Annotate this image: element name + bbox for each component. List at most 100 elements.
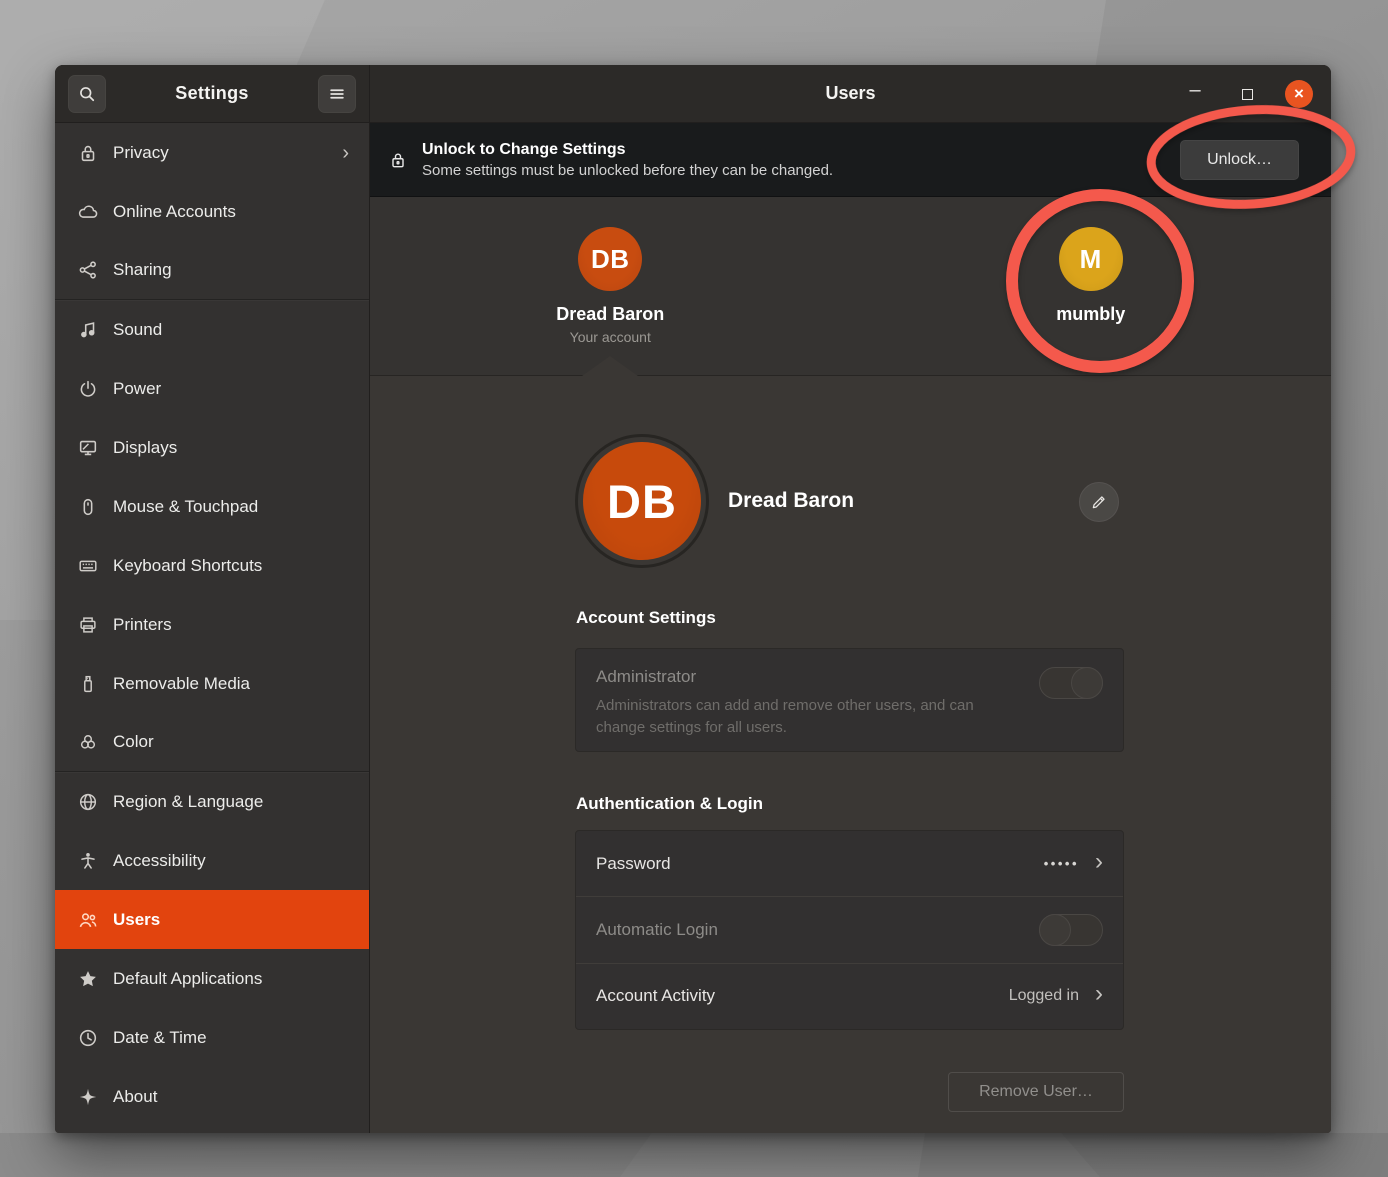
profile-name: Dread Baron [728, 489, 854, 513]
sidebar-item-date-time[interactable]: Date & Time › [55, 1008, 369, 1067]
maximize-button[interactable] [1233, 80, 1261, 108]
sidebar-item-power[interactable]: Power › [55, 359, 369, 418]
sidebar-item-label: Default Applications [113, 969, 349, 989]
unlock-infobar: Unlock to Change Settings Some settings … [370, 123, 1331, 197]
unlock-subtitle: Some settings must be unlocked before th… [422, 162, 1180, 179]
sidebar-item-displays[interactable]: Displays › [55, 418, 369, 477]
music-icon [77, 319, 99, 341]
sidebar-item-label: Date & Time [113, 1028, 349, 1048]
avatar: M [1059, 227, 1123, 291]
account-activity-label: Account Activity [596, 986, 715, 1006]
sidebar-item-about[interactable]: About › [55, 1067, 369, 1126]
search-button[interactable] [68, 75, 106, 113]
access-icon [77, 850, 99, 872]
toggle-knob [1071, 667, 1103, 699]
rename-button[interactable] [1079, 482, 1119, 522]
lock-icon [77, 142, 99, 164]
users-icon [77, 909, 99, 931]
sidebar-header: Settings [55, 65, 369, 123]
sidebar-item-label: Removable Media [113, 674, 349, 694]
sidebar-item-label: Mouse & Touchpad [113, 497, 349, 517]
mouse-icon [77, 496, 99, 518]
sidebar-item-label: Sound [113, 320, 349, 340]
administrator-card: Administrator Administrators can add and… [575, 648, 1124, 752]
password-row[interactable]: Password ••••• › [576, 831, 1123, 896]
sparkle-icon [77, 1086, 99, 1108]
sidebar-item-color[interactable]: Color › [55, 713, 369, 772]
sidebar-item-privacy[interactable]: Privacy › [55, 123, 369, 182]
sidebar-item-label: Sharing [113, 260, 349, 280]
remove-user-button: Remove User… [948, 1072, 1124, 1112]
menu-icon [327, 84, 347, 104]
sidebar-item-label: Printers [113, 615, 349, 635]
sidebar-item-region-language[interactable]: Region & Language › [55, 772, 369, 831]
carousel-user-mumbly[interactable]: M mumbly [851, 197, 1332, 375]
account-settings-heading: Account Settings [576, 608, 716, 628]
sidebar-item-label: Power [113, 379, 349, 399]
automatic-login-row: Automatic Login [576, 896, 1123, 962]
desktop-shape [0, 1133, 1388, 1177]
power-icon [77, 378, 99, 400]
color-icon [77, 731, 99, 753]
automatic-login-toggle [1039, 914, 1103, 946]
share-icon [77, 259, 99, 281]
chevron-right-icon: › [1095, 982, 1103, 1006]
close-button[interactable]: × [1285, 80, 1313, 108]
sidebar-item-keyboard-shortcuts[interactable]: Keyboard Shortcuts › [55, 536, 369, 595]
selected-user-pointer [582, 356, 638, 376]
sidebar-item-label: About [113, 1087, 349, 1107]
sidebar-item-label: Keyboard Shortcuts [113, 556, 349, 576]
usb-icon [77, 673, 99, 695]
sidebar-item-label: Users [113, 910, 349, 930]
carousel-user-dread-baron[interactable]: DB Dread Baron Your account [370, 197, 851, 375]
menu-button[interactable] [318, 75, 356, 113]
sidebar-item-label: Region & Language [113, 792, 349, 812]
sidebar-item-online-accounts[interactable]: Online Accounts › [55, 182, 369, 241]
avatar: DB [578, 227, 642, 291]
sidebar-item-removable-media[interactable]: Removable Media › [55, 654, 369, 713]
sidebar-item-label: Privacy [113, 143, 342, 163]
printer-icon [77, 614, 99, 636]
sidebar-item-label: Displays [113, 438, 349, 458]
administrator-description: Administrators can add and remove other … [596, 695, 1006, 739]
sidebar-item-accessibility[interactable]: Accessibility › [55, 831, 369, 890]
window-controls: – × [1181, 65, 1313, 123]
administrator-toggle [1039, 667, 1103, 699]
account-activity-row[interactable]: Account Activity Logged in › [576, 963, 1123, 1029]
user-name: mumbly [1056, 304, 1125, 325]
close-icon: × [1294, 84, 1304, 104]
sidebar-item-sound[interactable]: Sound › [55, 300, 369, 359]
main-panel: Users – × Unlock to Change Settings Some… [370, 65, 1331, 1133]
profile-avatar: DB [583, 442, 701, 560]
password-dots: ••••• [1044, 856, 1079, 871]
profile-avatar-button[interactable]: DB [575, 434, 709, 568]
cloud-icon [77, 201, 99, 223]
display-icon [77, 437, 99, 459]
user-subtitle: Your account [570, 329, 651, 345]
globe-icon [77, 791, 99, 813]
star-icon [77, 968, 99, 990]
unlock-text: Unlock to Change Settings Some settings … [422, 141, 1180, 179]
automatic-login-label: Automatic Login [596, 920, 718, 940]
sidebar-item-default-applications[interactable]: Default Applications › [55, 949, 369, 1008]
sidebar: Settings Privacy › Online Accounts › Sha… [55, 65, 370, 1133]
sidebar-item-users[interactable]: Users › [55, 890, 369, 949]
administrator-text: Administrator Administrators can add and… [596, 667, 1006, 739]
unlock-title: Unlock to Change Settings [422, 141, 1180, 159]
administrator-label: Administrator [596, 667, 1006, 687]
minimize-button[interactable]: – [1181, 80, 1209, 108]
app-title: Settings [175, 83, 248, 104]
unlock-button[interactable]: Unlock… [1180, 140, 1299, 180]
maximize-icon [1242, 89, 1253, 100]
lock-icon [388, 149, 408, 171]
keyboard-icon [77, 555, 99, 577]
toggle-knob [1039, 914, 1071, 946]
sidebar-item-label: Color [113, 732, 349, 752]
chevron-right-icon: › [1095, 850, 1103, 874]
sidebar-item-printers[interactable]: Printers › [55, 595, 369, 654]
sidebar-item-sharing[interactable]: Sharing › [55, 241, 369, 300]
password-label: Password [596, 854, 671, 874]
pencil-icon [1090, 493, 1108, 511]
sidebar-item-mouse-touchpad[interactable]: Mouse & Touchpad › [55, 477, 369, 536]
user-detail-panel: DB Dread Baron Account Settings Administ… [370, 376, 1331, 1133]
